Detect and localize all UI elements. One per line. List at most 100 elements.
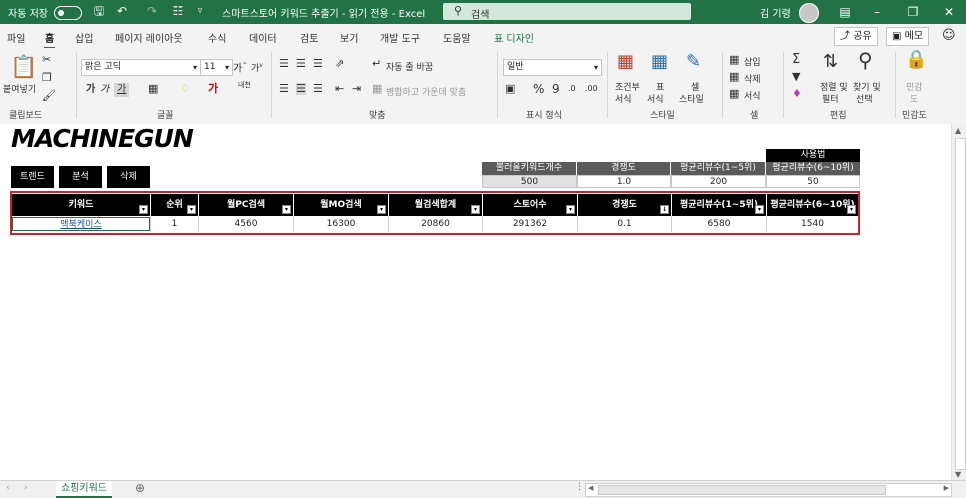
decrease-font-icon[interactable]: 가v xyxy=(251,60,263,75)
decrease-decimal-icon[interactable]: .00 xyxy=(585,83,598,95)
tab-file[interactable]: 파일 xyxy=(7,30,25,45)
find-select-label2[interactable]: 선택 xyxy=(856,92,873,105)
org-chart-icon[interactable]: ☷ xyxy=(171,4,185,18)
paste-icon[interactable]: 📋 xyxy=(10,56,37,80)
fill-color-icon[interactable]: ♢ xyxy=(180,83,190,95)
share-button[interactable]: ⤴ 공유 xyxy=(834,27,878,46)
user-avatar[interactable] xyxy=(799,3,819,23)
insert-cells-icon[interactable]: ▦ xyxy=(729,54,739,66)
merge-label[interactable]: 병합하고 가운데 맞춤 xyxy=(386,85,466,98)
setting-value[interactable]: 200 xyxy=(671,175,766,188)
minimize-icon[interactable]: – xyxy=(862,3,892,21)
restore-icon[interactable]: ❐ xyxy=(898,3,928,21)
increase-font-icon[interactable]: 가^ xyxy=(233,60,247,75)
sort-filter-icon[interactable]: ⇅ xyxy=(823,53,838,71)
italic-button[interactable]: 가 xyxy=(100,84,109,96)
scroll-right-icon[interactable]: ▶ xyxy=(944,484,949,492)
accounting-icon[interactable]: ▣ xyxy=(505,83,515,95)
percent-icon[interactable]: % xyxy=(533,83,544,95)
paste-label[interactable]: 붙여넣기 xyxy=(3,82,36,95)
delete-cells-icon[interactable]: ▦ xyxy=(729,71,739,83)
orientation-icon[interactable]: ⇗ xyxy=(335,58,344,70)
increase-indent-icon[interactable]: ⇥ xyxy=(352,83,361,95)
analyze-button[interactable]: 분석 xyxy=(59,166,102,188)
format-as-table-icon[interactable]: ▦ xyxy=(651,53,668,71)
tab-view[interactable]: 보기 xyxy=(340,30,358,45)
close-icon[interactable]: ✕ xyxy=(934,3,964,21)
conditional-format-icon[interactable]: ▦ xyxy=(617,53,634,71)
worksheet[interactable]: MACHINEGUN 트렌드 분석 삭제 사용법 불러올키워드개수 경쟁도 평균… xyxy=(0,124,966,480)
sort-filter-label2[interactable]: 필터 xyxy=(822,92,839,105)
align-right-icon[interactable]: ☰ xyxy=(313,83,323,95)
phonetic-guide-button[interactable]: 내천 xyxy=(238,81,251,89)
increase-decimal-icon[interactable]: .0 xyxy=(568,83,576,95)
smiley-icon[interactable]: ☺ xyxy=(942,28,956,43)
align-center-icon[interactable]: ☰ xyxy=(296,83,306,95)
setting-value[interactable]: 500 xyxy=(482,175,577,188)
sheet-tab-shopping-keyword[interactable]: 쇼핑키워드 xyxy=(56,481,112,498)
find-select-icon[interactable]: ⚲ xyxy=(858,50,873,70)
trend-button[interactable]: 트렌드 xyxy=(11,166,54,188)
font-name-select[interactable]: 맑은 고딕 ▾ xyxy=(81,59,201,76)
scroll-down-icon[interactable]: ▼ xyxy=(955,470,961,479)
fill-icon[interactable]: ▼ xyxy=(792,71,800,83)
more-options-icon[interactable]: ⋮ xyxy=(575,482,584,492)
decrease-indent-icon[interactable]: ⇤ xyxy=(335,83,344,95)
wrap-text-label[interactable]: 자동 줄 바꿈 xyxy=(386,60,433,73)
cell-styles-label2[interactable]: 스타일 xyxy=(679,92,704,105)
copy-icon[interactable]: ❐ xyxy=(42,72,52,84)
insert-cells-label[interactable]: 삽입 xyxy=(744,55,761,68)
wrap-text-icon[interactable]: ↵ xyxy=(372,58,381,70)
conditional-format-label2[interactable]: 서식 xyxy=(615,92,632,105)
setting-value[interactable]: 1.0 xyxy=(577,175,671,188)
tab-review[interactable]: 검토 xyxy=(300,30,318,45)
memo-button[interactable]: ▣ 메모 xyxy=(886,27,930,46)
underline-button[interactable]: 가 xyxy=(114,83,130,97)
tab-formulas[interactable]: 수식 xyxy=(208,30,226,45)
format-painter-icon[interactable]: 🖌 xyxy=(42,90,56,102)
align-bottom-icon[interactable]: ☰ xyxy=(313,58,323,70)
autosave-toggle[interactable] xyxy=(54,6,82,20)
tab-home[interactable]: 홈 xyxy=(43,30,56,49)
sensitivity-label2[interactable]: 도 xyxy=(910,92,918,105)
prev-sheet-icon[interactable]: ‹ xyxy=(6,483,10,493)
font-size-select[interactable]: 11 ▾ xyxy=(200,59,233,76)
tab-data[interactable]: 데이터 xyxy=(249,30,277,45)
scroll-up-icon[interactable]: ▲ xyxy=(955,126,961,135)
tab-developer[interactable]: 개발 도구 xyxy=(380,30,420,45)
search-box[interactable]: ⚲ 검색 xyxy=(443,3,691,21)
scroll-left-icon[interactable]: ◀ xyxy=(588,484,593,492)
format-as-table-label2[interactable]: 서식 xyxy=(647,92,664,105)
autosum-icon[interactable]: Σ xyxy=(792,53,800,66)
align-left-icon[interactable]: ☰ xyxy=(279,83,289,95)
clear-icon[interactable]: ♦ xyxy=(792,88,802,100)
bold-button[interactable]: 가 xyxy=(86,84,95,96)
tab-page-layout[interactable]: 페이지 레이아웃 xyxy=(115,30,183,45)
align-top-icon[interactable]: ☰ xyxy=(279,58,289,70)
cut-icon[interactable]: ✂ xyxy=(42,54,51,66)
next-sheet-icon[interactable]: › xyxy=(24,483,28,493)
usage-header[interactable]: 사용법 xyxy=(766,149,860,162)
number-format-select[interactable]: 일반 ▾ xyxy=(503,59,602,76)
align-middle-icon[interactable]: ☰ xyxy=(296,58,306,70)
horizontal-scroll-thumb[interactable] xyxy=(598,485,886,495)
scrollbar-thumb[interactable] xyxy=(955,138,966,470)
tab-help[interactable]: 도움말 xyxy=(443,30,471,45)
merge-icon[interactable]: ▦ xyxy=(372,83,382,95)
comma-icon[interactable]: 9 xyxy=(552,83,560,95)
customize-toolbar-icon[interactable]: ▿ xyxy=(193,4,207,18)
save-icon[interactable]: 🖫 xyxy=(92,4,106,18)
undo-icon[interactable]: ↶ xyxy=(115,4,129,18)
delete-button[interactable]: 삭제 xyxy=(107,166,150,188)
add-sheet-icon[interactable]: ⊕ xyxy=(135,481,145,495)
horizontal-scrollbar[interactable]: ◀ ▶ xyxy=(585,483,952,497)
border-icon[interactable]: ▦ xyxy=(148,83,158,95)
ribbon-display-icon[interactable]: ▤ xyxy=(830,3,860,21)
font-color-icon[interactable]: 가 xyxy=(208,83,218,95)
sensitivity-icon[interactable]: 🔒 xyxy=(905,51,927,69)
format-cells-icon[interactable]: ▦ xyxy=(729,88,739,100)
redo-icon[interactable]: ↷ xyxy=(145,4,159,18)
vertical-scrollbar[interactable]: ▲ ▼ xyxy=(951,124,966,480)
format-cells-label[interactable]: 서식 xyxy=(744,89,761,102)
delete-cells-label[interactable]: 삭제 xyxy=(744,72,761,85)
